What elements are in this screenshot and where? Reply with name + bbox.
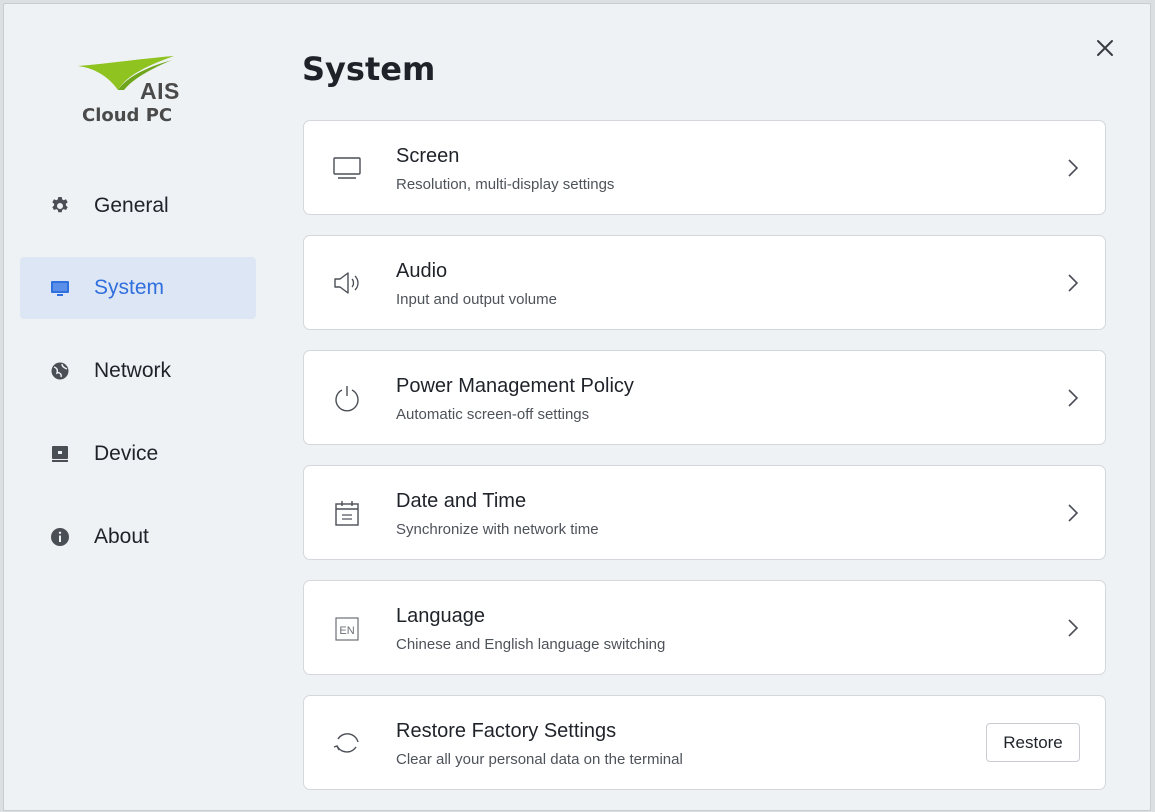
- card-title: Audio: [396, 260, 448, 282]
- gear-icon: [50, 196, 70, 216]
- sidebar-item-label: System: [94, 276, 165, 299]
- restore-factory-card: Restore Factory Settings Clear all your …: [303, 695, 1106, 790]
- card-title: Power Management Policy: [396, 375, 634, 397]
- power-management-card[interactable]: Power Management Policy Automatic screen…: [303, 350, 1106, 445]
- power-icon: [332, 383, 362, 413]
- monitor-icon: [50, 278, 70, 298]
- sidebar-item-device[interactable]: Device: [20, 423, 256, 485]
- card-subtitle: Input and output volume: [396, 291, 557, 308]
- info-icon: [50, 527, 70, 547]
- app-logo: AIS Cloud PC: [76, 56, 196, 136]
- chevron-right-icon: [1068, 619, 1079, 637]
- card-subtitle: Clear all your personal data on the term…: [396, 751, 683, 768]
- card-title: Restore Factory Settings: [396, 720, 617, 742]
- speaker-icon: [332, 268, 362, 298]
- settings-window: AIS Cloud PC General System Network Devi…: [3, 3, 1151, 811]
- audio-card[interactable]: Audio Input and output volume: [303, 235, 1106, 330]
- chevron-right-icon: [1068, 274, 1079, 292]
- date-time-card[interactable]: Date and Time Synchronize with network t…: [303, 465, 1106, 560]
- sidebar-item-about[interactable]: About: [20, 506, 256, 568]
- sidebar-item-system[interactable]: System: [20, 257, 256, 319]
- sidebar-item-general[interactable]: General: [20, 175, 256, 237]
- monitor-outline-icon: [332, 153, 362, 183]
- page-title: System: [302, 50, 436, 88]
- globe-icon: [50, 361, 70, 381]
- sidebar-item-label: About: [94, 525, 149, 548]
- logo-brand: AIS: [140, 78, 180, 104]
- logo-product: Cloud PC: [82, 105, 173, 126]
- sidebar-item-label: General: [94, 194, 169, 217]
- sidebar-item-label: Device: [94, 442, 159, 465]
- card-subtitle: Resolution, multi-display settings: [396, 176, 615, 193]
- restore-button[interactable]: Restore: [986, 723, 1080, 762]
- screen-card[interactable]: Screen Resolution, multi-display setting…: [303, 120, 1106, 215]
- chevron-right-icon: [1068, 159, 1079, 177]
- sidebar-item-network[interactable]: Network: [20, 340, 256, 402]
- restore-icon: [332, 728, 362, 758]
- language-card[interactable]: EN Language Chinese and English language…: [303, 580, 1106, 675]
- card-title: Language: [396, 605, 485, 627]
- language-icon: EN: [332, 613, 362, 643]
- calendar-icon: [332, 498, 362, 528]
- card-subtitle: Chinese and English language switching: [396, 636, 666, 653]
- card-subtitle: Automatic screen-off settings: [396, 406, 590, 423]
- device-icon: [50, 444, 70, 464]
- card-title: Screen: [396, 145, 460, 167]
- language-icon-text: EN: [339, 625, 354, 637]
- close-icon[interactable]: [1093, 36, 1117, 60]
- sidebar-item-label: Network: [94, 359, 172, 382]
- chevron-right-icon: [1068, 504, 1079, 522]
- card-subtitle: Synchronize with network time: [396, 521, 599, 538]
- chevron-right-icon: [1068, 389, 1079, 407]
- card-title: Date and Time: [396, 490, 527, 512]
